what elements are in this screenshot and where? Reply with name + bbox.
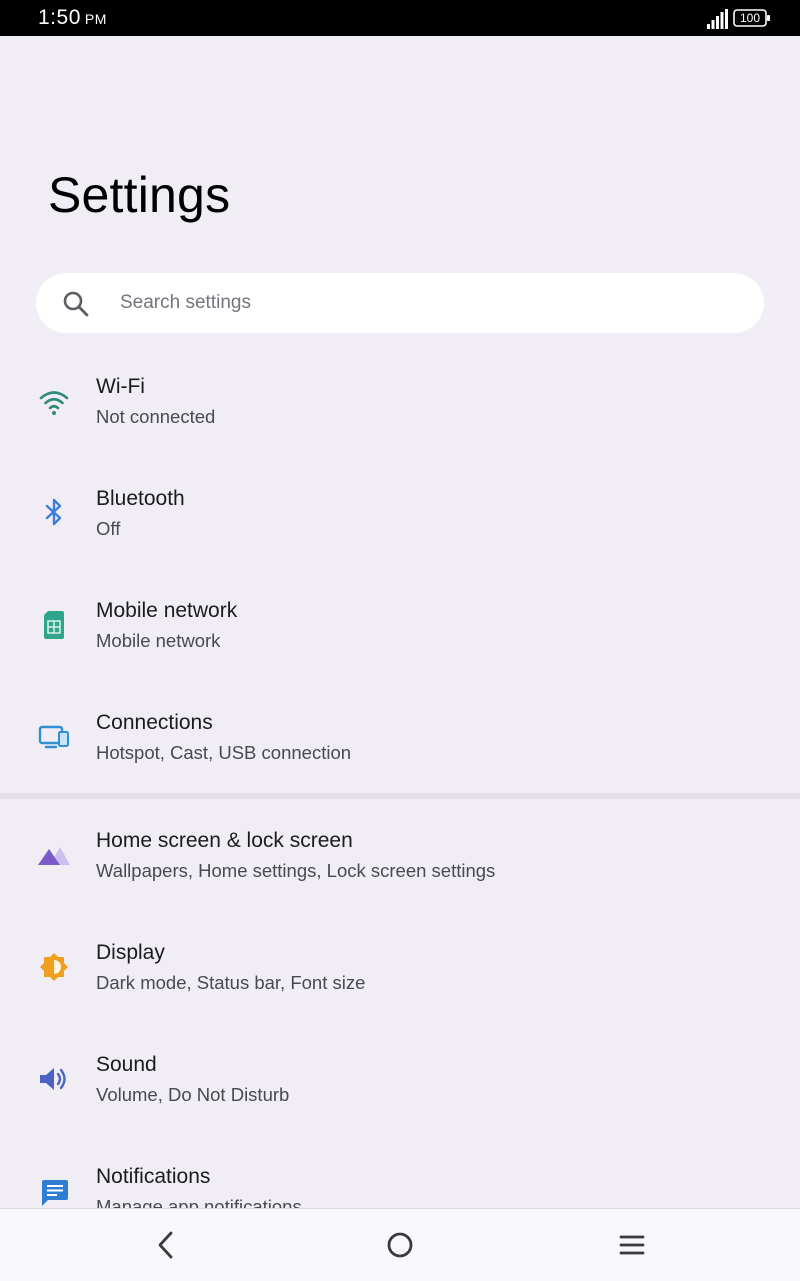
sim-card-icon xyxy=(44,611,64,639)
setting-title: Bluetooth xyxy=(96,487,185,510)
setting-item-mobile-network[interactable]: Mobile network Mobile network xyxy=(0,569,800,681)
wallpaper-icon xyxy=(38,847,70,865)
bluetooth-icon xyxy=(45,498,62,526)
setting-item-wifi[interactable]: Wi-Fi Not connected xyxy=(0,345,800,457)
setting-title: Connections xyxy=(96,711,213,734)
notification-icon xyxy=(42,1180,68,1206)
page-title: Settings xyxy=(48,167,231,223)
setting-title: Wi-Fi xyxy=(96,375,145,398)
settings-list: Wi-Fi Not connected Bluetooth Off Mobile… xyxy=(0,345,800,1210)
brightness-icon xyxy=(40,953,68,981)
setting-item-notifications[interactable]: Notifications Manage app notifications xyxy=(0,1135,800,1210)
status-time: 1:50 PM xyxy=(38,6,107,30)
wifi-icon xyxy=(39,391,69,415)
search-input[interactable] xyxy=(120,273,720,333)
setting-subtitle: Wallpapers, Home settings, Lock screen s… xyxy=(96,860,496,881)
devices-icon xyxy=(38,725,69,749)
battery-level: 100 xyxy=(739,11,761,25)
setting-title: Home screen & lock screen xyxy=(96,829,353,852)
setting-subtitle: Mobile network xyxy=(96,630,221,651)
search-bar[interactable] xyxy=(36,273,764,333)
signal-icon xyxy=(707,9,728,29)
status-clock: 1:50 xyxy=(38,6,81,29)
setting-title: Mobile network xyxy=(96,599,238,622)
navigation-bar xyxy=(0,1208,800,1281)
setting-subtitle: Hotspot, Cast, USB connection xyxy=(96,742,352,763)
setting-title: Notifications xyxy=(96,1165,211,1188)
menu-icon[interactable] xyxy=(612,1227,652,1263)
status-bar: 1:50 PM 100 xyxy=(0,0,800,36)
status-ampm: PM xyxy=(84,11,107,27)
setting-title: Sound xyxy=(96,1053,157,1076)
home-icon[interactable] xyxy=(380,1227,420,1263)
setting-subtitle: Volume, Do Not Disturb xyxy=(96,1084,290,1105)
setting-item-bluetooth[interactable]: Bluetooth Off xyxy=(0,457,800,569)
volume-icon xyxy=(40,1068,66,1090)
setting-subtitle: Dark mode, Status bar, Font size xyxy=(96,972,366,993)
setting-item-display[interactable]: Display Dark mode, Status bar, Font size xyxy=(0,911,800,1023)
search-icon xyxy=(63,291,89,317)
setting-subtitle: Not connected xyxy=(96,406,216,427)
setting-title: Display xyxy=(96,941,165,964)
setting-item-home-lock-screen[interactable]: Home screen & lock screen Wallpapers, Ho… xyxy=(0,799,800,911)
setting-item-connections[interactable]: Connections Hotspot, Cast, USB connectio… xyxy=(0,681,800,793)
back-icon[interactable] xyxy=(146,1227,186,1263)
setting-subtitle: Off xyxy=(96,518,121,539)
setting-item-sound[interactable]: Sound Volume, Do Not Disturb xyxy=(0,1023,800,1135)
